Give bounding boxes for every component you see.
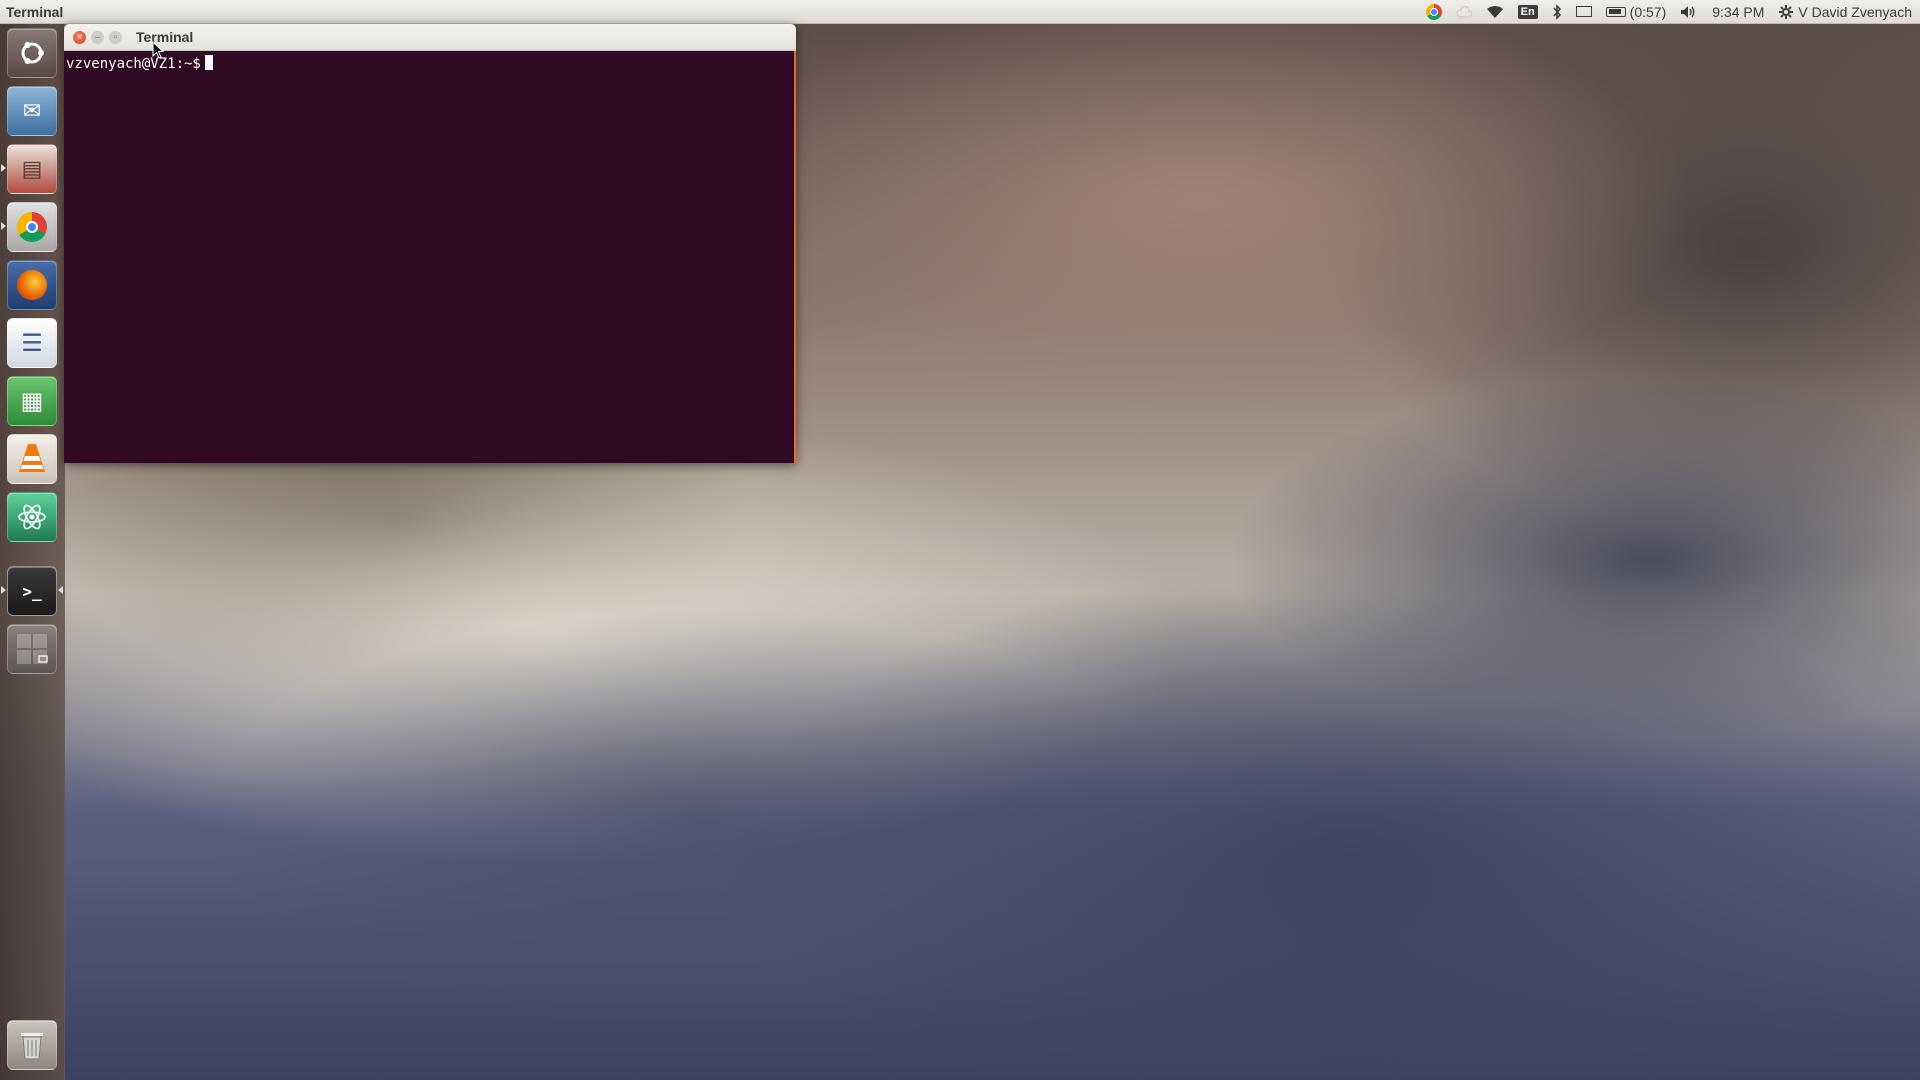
user-name: V David Zvenyach xyxy=(1798,3,1912,20)
terminal-content[interactable]: vzvenyach@VZ1:~$ xyxy=(64,51,796,463)
launcher-workspaces[interactable] xyxy=(7,624,57,674)
chrome-icon xyxy=(1425,3,1442,20)
active-indicator xyxy=(58,586,63,594)
window-minimize-button[interactable]: – xyxy=(91,30,104,44)
window-titlebar[interactable]: × – ▫ Terminal xyxy=(64,24,796,51)
ubuntu-logo-icon xyxy=(21,42,44,64)
sound-indicator[interactable] xyxy=(1680,5,1698,19)
launcher-chrome[interactable] xyxy=(7,202,57,252)
text-cursor xyxy=(204,55,213,70)
language-label: En xyxy=(1517,4,1538,19)
launcher: ✉ ▤ ☰ ▦ >_ xyxy=(0,24,65,1080)
terminal-icon: >_ xyxy=(22,581,42,601)
launcher-writer[interactable]: ☰ xyxy=(7,318,57,368)
battery-icon xyxy=(1605,6,1626,17)
writer-document-icon: ☰ xyxy=(21,329,43,357)
keyboard-layout-indicator[interactable]: En xyxy=(1517,4,1538,19)
calc-spreadsheet-icon: ▦ xyxy=(20,387,44,415)
launcher-files[interactable]: ▤ xyxy=(7,144,57,194)
trash-icon xyxy=(21,1033,43,1060)
cloud-indicator[interactable] xyxy=(1455,5,1472,18)
chrome-indicator[interactable] xyxy=(1425,3,1442,20)
launcher-thunderbird[interactable]: ✉ xyxy=(7,86,57,136)
close-icon: × xyxy=(76,31,83,43)
launcher-atom[interactable] xyxy=(7,492,57,542)
messaging-indicator[interactable] xyxy=(1575,6,1592,17)
vlc-cone-icon xyxy=(19,444,45,472)
running-indicator xyxy=(1,222,6,230)
indicator-area: En (0:57) 9:34 PM V David Zvenyach xyxy=(1425,3,1920,20)
chrome-icon xyxy=(17,212,47,242)
window-close-button[interactable]: × xyxy=(73,30,86,44)
clock-label: 9:34 PM xyxy=(1712,3,1765,20)
top-panel: Terminal En (0:57) 9:34 PM V David Zveny… xyxy=(0,0,1920,24)
launcher-dash[interactable] xyxy=(7,28,57,78)
mail-icon xyxy=(1575,6,1592,17)
clock-indicator[interactable]: 9:34 PM xyxy=(1712,4,1764,20)
terminal-window[interactable]: × – ▫ Terminal vzvenyach@VZ1:~$ xyxy=(64,24,796,463)
launcher-firefox[interactable] xyxy=(7,260,57,310)
launcher-terminal[interactable]: >_ xyxy=(7,566,57,616)
mouse-pointer-icon xyxy=(152,41,164,59)
shell-prompt: vzvenyach@VZ1:~$ xyxy=(66,56,201,72)
speaker-icon xyxy=(1681,5,1695,18)
window-maximize-button[interactable]: ▫ xyxy=(109,30,122,44)
minimize-icon: – xyxy=(94,31,101,43)
session-indicator[interactable]: V David Zvenyach xyxy=(1778,4,1912,20)
thunderbird-icon: ✉ xyxy=(22,98,42,123)
firefox-icon xyxy=(17,270,47,300)
gear-icon xyxy=(1779,4,1794,19)
cloud-icon xyxy=(1455,5,1472,18)
launcher-vlc[interactable] xyxy=(7,434,57,484)
bluetooth-indicator[interactable] xyxy=(1552,3,1562,20)
atom-icon xyxy=(18,504,46,530)
wifi-icon xyxy=(1486,5,1503,18)
window-title: Terminal xyxy=(136,29,194,45)
running-indicator xyxy=(1,164,6,172)
maximize-icon: ▫ xyxy=(113,31,118,43)
launcher-calc[interactable]: ▦ xyxy=(7,376,57,426)
file-cabinet-icon: ▤ xyxy=(21,156,43,181)
running-indicator xyxy=(1,586,6,594)
active-app-name: Terminal xyxy=(6,3,64,20)
launcher-trash[interactable] xyxy=(7,1020,57,1070)
workspace-switcher-icon xyxy=(17,634,48,664)
bluetooth-icon xyxy=(1553,3,1561,20)
battery-time: (0:57) xyxy=(1629,3,1667,20)
battery-indicator[interactable]: (0:57) xyxy=(1605,3,1667,20)
network-indicator[interactable] xyxy=(1486,5,1504,19)
